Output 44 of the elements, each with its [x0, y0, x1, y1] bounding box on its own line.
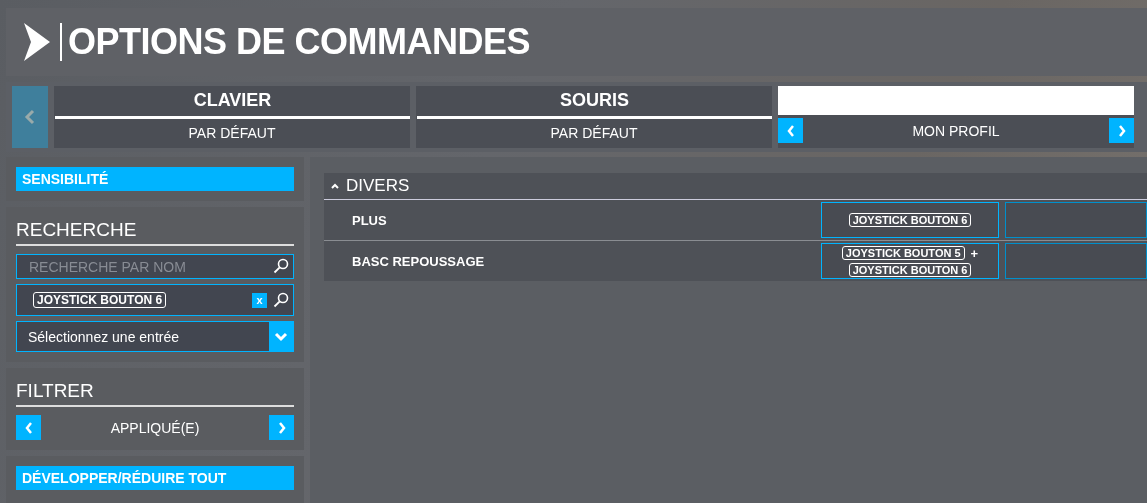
section-heading: RECHERCHE	[16, 217, 294, 246]
previous-profile-button[interactable]	[778, 118, 803, 143]
page-title: OPTIONS DE COMMANDES	[68, 21, 531, 63]
binding-row[interactable]: PLUS JOYSTICK BOUTON 6	[324, 200, 1147, 241]
search-field[interactable]: RECHERCHE PAR NOM	[16, 254, 294, 279]
filter-value: APPLIQUÉ(E)	[109, 419, 201, 436]
chevron-left-icon	[23, 420, 34, 435]
binding-slot[interactable]	[1005, 202, 1147, 238]
key-tag: JOYSTICK BOUTON 6	[33, 292, 167, 308]
chevron-left-icon	[24, 109, 36, 125]
section-header[interactable]: DIVERS	[324, 173, 1147, 200]
chevron-icon	[24, 23, 50, 61]
binding-slot[interactable]: JOYSTICK BOUTON 5 + JOYSTICK BOUTON 6	[821, 243, 999, 279]
profile-label: MON PROFIL	[911, 122, 1001, 139]
action-name: PLUS	[351, 212, 387, 228]
chevron-right-icon	[1116, 123, 1127, 138]
chevron-down-icon	[274, 331, 288, 342]
tab-label: CLAVIER	[55, 90, 410, 119]
section-heading: FILTRER	[16, 378, 294, 407]
profile-label: PAR DÉFAUT	[549, 124, 639, 141]
key-tag: JOYSTICK BOUTON 6	[848, 213, 972, 227]
previous-filter-button[interactable]	[16, 415, 41, 440]
next-filter-button[interactable]	[269, 415, 294, 440]
chevron-left-icon	[785, 123, 796, 138]
binding-slot[interactable]: JOYSTICK BOUTON 6	[821, 202, 999, 238]
next-profile-button[interactable]	[1109, 118, 1134, 143]
action-name: BASC REPOUSSAGE	[351, 253, 485, 269]
key-tag: JOYSTICK BOUTON 5	[841, 246, 965, 260]
plus-sign: +	[970, 245, 979, 261]
section-title: DIVERS	[346, 176, 410, 196]
binding-row[interactable]: BASC REPOUSSAGE JOYSTICK BOUTON 5 + JOYSTICK BOUTON 6	[324, 241, 1147, 281]
input-dropdown[interactable]: Sélectionnez une entrée	[16, 321, 294, 352]
tab-label: SOURIS	[417, 90, 772, 119]
key-tag: JOYSTICK BOUTON 6	[848, 262, 972, 277]
device-tab[interactable]: CLAVIER PAR DÉFAUT	[54, 86, 410, 148]
device-tab[interactable]: MON PROFIL	[778, 86, 1134, 148]
search-icon	[273, 258, 289, 274]
search-icon	[273, 292, 289, 308]
binding-slot[interactable]	[1005, 243, 1147, 279]
profile-name-field[interactable]	[778, 86, 1134, 115]
input-search-field[interactable]: JOYSTICK BOUTON 6 x	[16, 284, 294, 316]
profile-label: PAR DÉFAUT	[187, 124, 277, 141]
chevron-right-icon	[276, 420, 287, 435]
device-tab[interactable]: SOURIS PAR DÉFAUT	[416, 86, 772, 148]
